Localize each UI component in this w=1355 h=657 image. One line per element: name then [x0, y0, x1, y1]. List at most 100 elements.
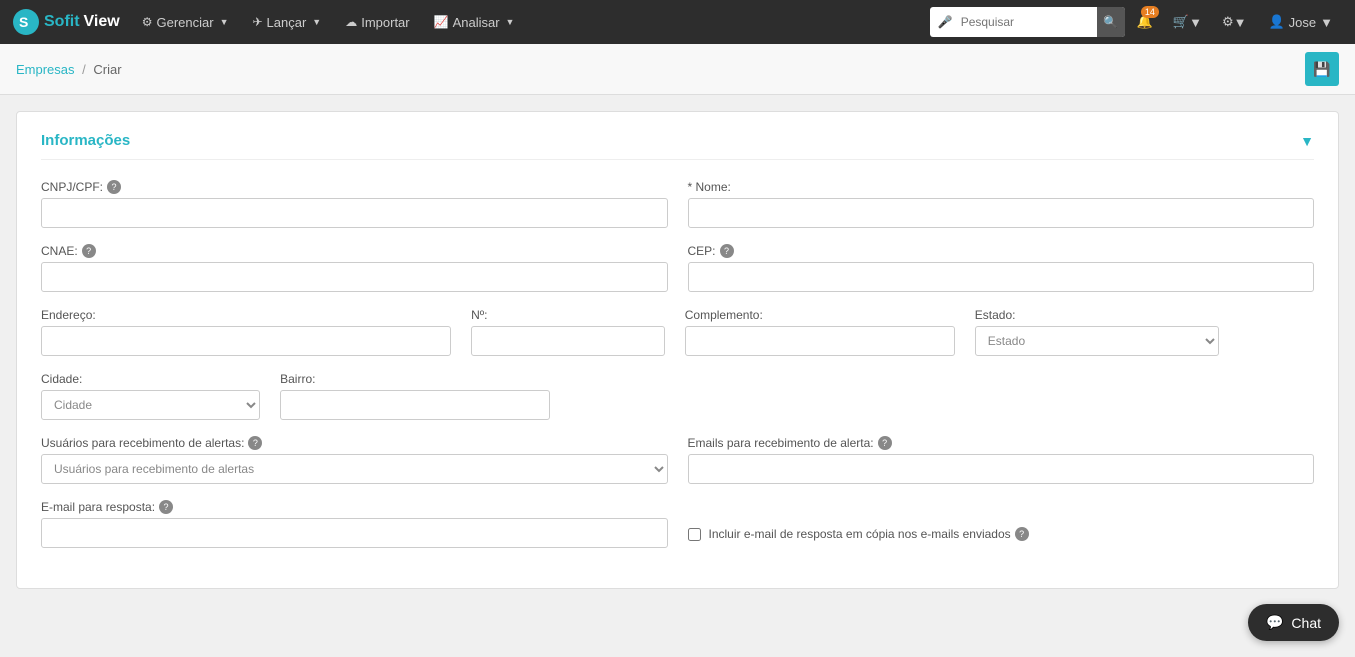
username-label: Jose: [1289, 15, 1316, 30]
cnpj-help-icon[interactable]: ?: [107, 180, 121, 194]
chat-button[interactable]: 💬 Chat: [1248, 604, 1339, 641]
chat-icon: 💬: [1266, 614, 1283, 631]
numero-label: Nº:: [471, 308, 665, 322]
brand[interactable]: S Sofit View: [12, 8, 120, 36]
breadcrumb: Empresas / Criar: [16, 62, 122, 77]
usuarios-help-icon[interactable]: ?: [248, 436, 262, 450]
section-title: Informações: [41, 132, 130, 149]
row-cidade-bairro: Cidade: Cidade Bairro:: [41, 372, 1314, 420]
chat-label: Chat: [1291, 615, 1321, 631]
complemento-input[interactable]: [685, 326, 955, 356]
group-estado: Estado: Estado: [975, 308, 1220, 356]
row-email-resposta: E-mail para resposta: ? Incluir e-mail d…: [41, 500, 1314, 548]
nav-analisar-label: Analisar: [453, 15, 500, 30]
chevron-down-icon-6: ▼: [1320, 15, 1333, 30]
row-cnae-cep: CNAE: ? CEP: ?: [41, 244, 1314, 292]
group-nome: * Nome:: [688, 180, 1315, 228]
group-numero: Nº:: [471, 308, 665, 356]
cidade-select[interactable]: Cidade: [41, 390, 260, 420]
estado-select[interactable]: Estado: [975, 326, 1220, 356]
emails-input[interactable]: [688, 454, 1315, 484]
cnpj-input[interactable]: [41, 198, 668, 228]
incluir-email-checkbox-label: Incluir e-mail de resposta em cópia nos …: [709, 527, 1029, 541]
save-button[interactable]: 💾: [1305, 52, 1339, 86]
bairro-input[interactable]: [280, 390, 550, 420]
group-bairro: Bairro:: [280, 372, 550, 420]
brand-sofit: Sofit: [44, 13, 80, 31]
cnae-label: CNAE: ?: [41, 244, 668, 258]
search-container: 🎤 🔍: [930, 7, 1125, 37]
svg-text:S: S: [19, 14, 28, 30]
collapse-button[interactable]: ▼: [1300, 133, 1314, 149]
gear-icon: ⚙: [142, 15, 153, 29]
row-cnpj-nome: CNPJ/CPF: ? * Nome:: [41, 180, 1314, 228]
row-endereco: Endereço: Nº: Complemento: Estado:: [41, 308, 1314, 356]
chevron-down-icon-4: ▼: [1189, 15, 1202, 30]
settings-button[interactable]: ⚙ ▼: [1214, 0, 1255, 44]
cep-input[interactable]: [688, 262, 1315, 292]
group-emails: Emails para recebimento de alerta: ?: [688, 436, 1315, 484]
cloud-icon: ☁: [345, 15, 357, 29]
save-icon: 💾: [1313, 61, 1330, 78]
form-card: Informações ▼ CNPJ/CPF: ? * Nome:: [16, 111, 1339, 589]
endereco-input[interactable]: [41, 326, 451, 356]
nav-lancar-label: Lançar: [267, 15, 307, 30]
nome-label: * Nome:: [688, 180, 1315, 194]
group-cnae: CNAE: ?: [41, 244, 668, 292]
group-incluir-email: Incluir e-mail de resposta em cópia nos …: [688, 500, 1315, 548]
settings-icon: ⚙: [1222, 14, 1234, 30]
cnae-help-icon[interactable]: ?: [82, 244, 96, 258]
cart-icon: 🛒: [1173, 14, 1189, 30]
breadcrumb-current: Criar: [93, 62, 121, 77]
usuarios-multiselect-wrapper: Usuários para recebimento de alertas: [41, 454, 668, 484]
nav-lancar[interactable]: ✈ Lançar ▼: [242, 0, 331, 44]
breadcrumb-separator: /: [82, 62, 86, 77]
bairro-label: Bairro:: [280, 372, 550, 386]
emails-help-icon[interactable]: ?: [878, 436, 892, 450]
usuarios-select[interactable]: Usuários para recebimento de alertas: [41, 454, 668, 484]
incluir-email-checkbox[interactable]: [688, 528, 701, 541]
endereco-label: Endereço:: [41, 308, 451, 322]
group-cep: CEP: ?: [688, 244, 1315, 292]
user-menu[interactable]: 👤 Jose ▼: [1258, 0, 1343, 44]
cep-label: CEP: ?: [688, 244, 1315, 258]
numero-input[interactable]: [471, 326, 665, 356]
main-content: Informações ▼ CNPJ/CPF: ? * Nome:: [0, 95, 1355, 605]
email-resposta-help-icon[interactable]: ?: [159, 500, 173, 514]
complemento-label: Complemento:: [685, 308, 955, 322]
notifications-button[interactable]: 🔔 14: [1129, 0, 1161, 44]
estado-label: Estado:: [975, 308, 1220, 322]
email-resposta-label: E-mail para resposta: ?: [41, 500, 668, 514]
nav-gerenciar[interactable]: ⚙ Gerenciar ▼: [132, 0, 239, 44]
breadcrumb-bar: Empresas / Criar 💾: [0, 44, 1355, 95]
nav-analisar[interactable]: 📈 Analisar ▼: [424, 0, 525, 44]
microphone-icon: 🎤: [930, 15, 957, 29]
chart-icon: 📈: [434, 15, 449, 29]
group-cnpj: CNPJ/CPF: ?: [41, 180, 668, 228]
group-usuarios: Usuários para recebimento de alertas: ? …: [41, 436, 668, 484]
chevron-down-icon-7: ▼: [1300, 133, 1314, 149]
incluir-email-help-icon[interactable]: ?: [1015, 527, 1029, 541]
cidade-label: Cidade:: [41, 372, 260, 386]
cart-button[interactable]: 🛒 ▼: [1165, 0, 1210, 44]
nav-importar[interactable]: ☁ Importar: [335, 0, 419, 44]
group-endereco: Endereço:: [41, 308, 451, 356]
chevron-down-icon-3: ▼: [506, 17, 515, 27]
cnae-input[interactable]: [41, 262, 668, 292]
notifications-badge: 14: [1141, 6, 1159, 18]
cnpj-label: CNPJ/CPF: ?: [41, 180, 668, 194]
breadcrumb-parent-link[interactable]: Empresas: [16, 62, 75, 77]
email-resposta-input[interactable]: [41, 518, 668, 548]
search-button[interactable]: 🔍: [1097, 7, 1125, 37]
user-icon: 👤: [1268, 14, 1284, 30]
group-email-resposta: E-mail para resposta: ?: [41, 500, 668, 548]
cep-help-icon[interactable]: ?: [720, 244, 734, 258]
chevron-down-icon: ▼: [220, 17, 229, 27]
nome-input[interactable]: [688, 198, 1315, 228]
nav-importar-label: Importar: [361, 15, 409, 30]
navbar: S Sofit View ⚙ Gerenciar ▼ ✈ Lançar ▼ ☁ …: [0, 0, 1355, 44]
group-complemento: Complemento:: [685, 308, 955, 356]
emails-label: Emails para recebimento de alerta: ?: [688, 436, 1315, 450]
brand-view: View: [84, 13, 120, 31]
search-input[interactable]: [957, 7, 1097, 37]
